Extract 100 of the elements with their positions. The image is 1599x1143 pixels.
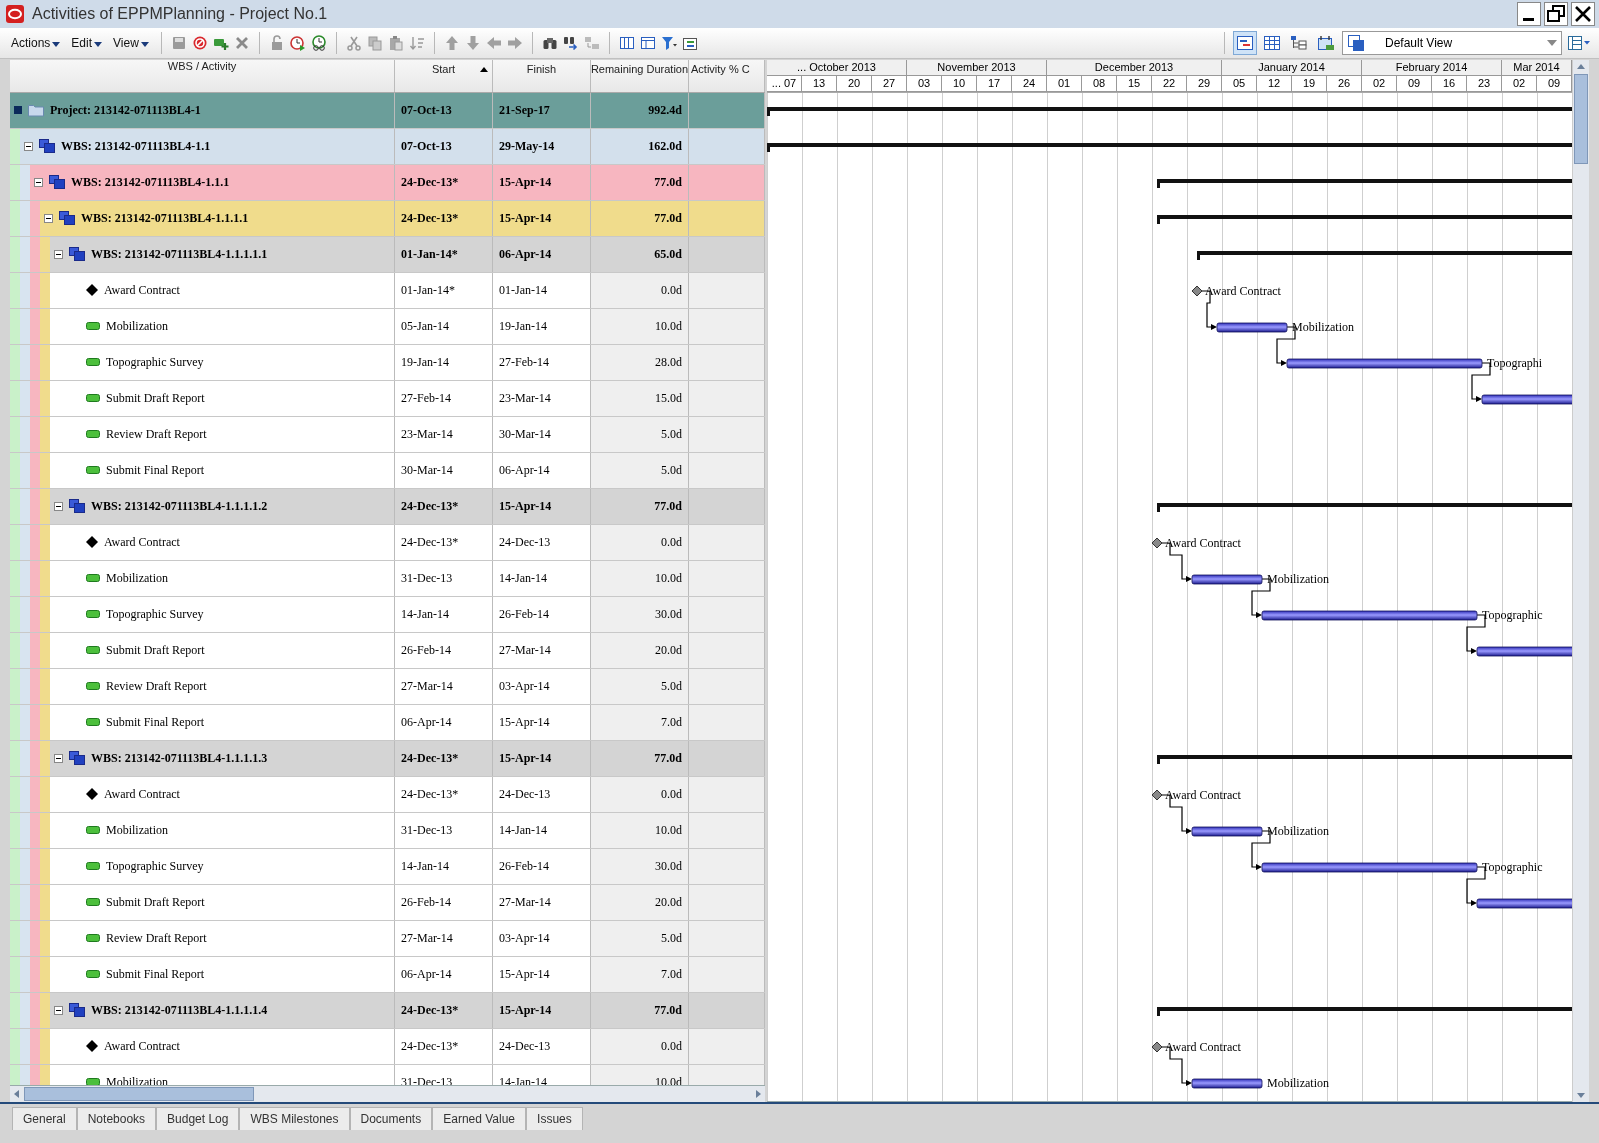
activity-bar[interactable] [1191, 1078, 1263, 1089]
activity-bar[interactable] [1286, 358, 1483, 369]
scrollbar-thumb[interactable] [24, 1087, 254, 1102]
activity-row[interactable]: Review Draft Report 27-Mar-14 03-Apr-14 5.0d [10, 668, 765, 705]
wbs-row[interactable]: WBS: 213142-071113BL4-1.1.1 24-Dec-13* 15-Apr-14 77.0d [10, 164, 765, 201]
group-icon[interactable] [681, 35, 698, 51]
activity-bar[interactable] [1191, 826, 1263, 837]
activity-row[interactable]: Submit Draft Report 26-Feb-14 27-Mar-14 20.0d [10, 884, 765, 921]
binoculars-arrow-icon[interactable] [562, 35, 579, 51]
restore-icon[interactable] [1544, 2, 1568, 26]
detail-tab[interactable]: Budget Log [156, 1107, 240, 1130]
columns-icon[interactable] [618, 35, 635, 51]
summary-bar[interactable] [1157, 215, 1572, 224]
wbs-row[interactable]: WBS: 213142-071113BL4-1.1.1.1.3 24-Dec-13* 15-Apr-14 77.0d [10, 740, 765, 777]
gantt-view-icon[interactable] [1234, 32, 1256, 54]
activity-row[interactable]: Mobilization 05-Jan-14 19-Jan-14 10.0d [10, 308, 765, 345]
finish-date: 29-May-14 [493, 128, 591, 164]
activity-name: Mobilization [106, 318, 168, 334]
summary-bar[interactable] [1157, 179, 1572, 188]
collapse-icon[interactable] [44, 213, 53, 223]
menu-button[interactable]: Edit [68, 34, 106, 52]
view-dropdown[interactable]: Default View [1342, 31, 1562, 55]
scissors-icon[interactable] [345, 35, 362, 51]
activity-row[interactable]: Review Draft Report 23-Mar-14 30-Mar-14 5.0d [10, 416, 765, 453]
activity-row[interactable]: Submit Final Report 06-Apr-14 15-Apr-14 7.0d [10, 956, 765, 993]
milestone-diamond[interactable] [1151, 789, 1163, 801]
column-header[interactable]: Finish [493, 60, 591, 92]
summary-bar[interactable] [767, 107, 1572, 116]
close-icon[interactable] [1571, 2, 1595, 26]
detail-tab[interactable]: General [12, 1107, 77, 1130]
collapse-icon[interactable] [54, 249, 63, 259]
summary-bar[interactable] [1157, 1007, 1572, 1016]
paste-icon[interactable] [387, 35, 404, 51]
activity-row[interactable]: Topographic Survey 14-Jan-14 26-Feb-14 30.0d [10, 596, 765, 633]
detail-tab[interactable]: Notebooks [76, 1107, 157, 1130]
collapse-icon[interactable] [24, 141, 33, 151]
milestone-diamond[interactable] [1191, 285, 1203, 297]
detail-tab[interactable]: Issues [526, 1107, 583, 1130]
activity-row[interactable]: Topographic Survey 19-Jan-14 27-Feb-14 28.0d [10, 344, 765, 381]
activity-row[interactable]: Topographic Survey 14-Jan-14 26-Feb-14 30.0d [10, 848, 765, 885]
summary-bar[interactable] [1197, 251, 1572, 260]
activity-row[interactable]: Submit Final Report 30-Mar-14 06-Apr-14 5.0d [10, 452, 765, 489]
activity-bar[interactable] [1261, 862, 1478, 873]
collapse-icon[interactable] [54, 1005, 63, 1015]
column-header[interactable]: Start [395, 60, 493, 92]
level-stripe [20, 452, 30, 488]
summary-bar[interactable] [1157, 503, 1572, 512]
activity-bar[interactable] [1216, 322, 1288, 333]
level-stripe [10, 992, 20, 1028]
save-icon[interactable] [170, 35, 187, 51]
milestone-diamond[interactable] [1151, 1041, 1163, 1053]
activity-row[interactable]: Award Contract 24-Dec-13* 24-Dec-13 0.0d [10, 1028, 765, 1065]
stop-icon[interactable] [191, 35, 208, 51]
level-stripe [40, 596, 50, 632]
collapse-icon[interactable] [54, 501, 63, 511]
column-header[interactable]: Remaining Duration [591, 60, 689, 92]
scrollbar-thumb[interactable] [1574, 74, 1588, 164]
activity-row[interactable]: Mobilization 31-Dec-13 14-Jan-14 10.0d [10, 560, 765, 597]
column-header[interactable]: WBS / Activity [10, 60, 395, 92]
filter-icon[interactable] [660, 35, 677, 51]
detail-tab[interactable]: WBS Milestones [239, 1107, 350, 1130]
activity-row[interactable]: Mobilization 31-Dec-13 14-Jan-14 10.0d [10, 1064, 765, 1086]
clock-glasses-icon[interactable] [310, 35, 327, 51]
activity-row[interactable]: Award Contract 01-Jan-14* 01-Jan-14 0.0d [10, 272, 765, 309]
milestone-diamond[interactable] [1151, 537, 1163, 549]
detail-tab[interactable]: Documents [349, 1107, 433, 1130]
activity-row[interactable]: Submit Draft Report 27-Feb-14 23-Mar-14 15.0d [10, 380, 765, 417]
activity-bar[interactable] [1191, 574, 1263, 585]
panel-layout-icon[interactable] [1567, 35, 1591, 51]
activity-bar[interactable] [1476, 898, 1572, 909]
layout-icon[interactable] [639, 35, 656, 51]
activity-row[interactable]: Review Draft Report 27-Mar-14 03-Apr-14 5.0d [10, 920, 765, 957]
summary-bar[interactable] [767, 143, 1572, 152]
activity-bar[interactable] [1476, 646, 1572, 657]
activity-row[interactable]: Submit Draft Report 26-Feb-14 27-Mar-14 20.0d [10, 632, 765, 669]
activity-row[interactable]: Mobilization 31-Dec-13 14-Jan-14 10.0d [10, 812, 765, 849]
menu-button[interactable]: Actions [8, 34, 64, 52]
collapse-icon[interactable] [54, 753, 63, 763]
wbs-row[interactable]: WBS: 213142-071113BL4-1.1.1.1.4 24-Dec-13* 15-Apr-14 77.0d [10, 992, 765, 1029]
wbs-row[interactable]: WBS: 213142-071113BL4-1.1 07-Oct-13 29-May-14 162.0d [10, 128, 765, 165]
horizontal-scrollbar[interactable] [10, 1085, 765, 1102]
wbs-row[interactable]: WBS: 213142-071113BL4-1.1.1.1.1 01-Jan-14* 06-Apr-14 65.0d [10, 236, 765, 273]
activity-bar[interactable] [1481, 394, 1572, 405]
wbs-row[interactable]: WBS: 213142-071113BL4-1.1.1.1.2 24-Dec-13* 15-Apr-14 77.0d [10, 488, 765, 525]
delete-icon[interactable] [233, 35, 250, 51]
menu-button[interactable]: View [110, 34, 152, 52]
minimize-icon[interactable] [1517, 2, 1541, 26]
activity-row[interactable]: Award Contract 24-Dec-13* 24-Dec-13 0.0d [10, 524, 765, 561]
activity-bar[interactable] [1261, 610, 1478, 621]
collapse-icon[interactable] [34, 177, 43, 187]
vertical-scrollbar[interactable] [1572, 60, 1589, 1102]
column-header[interactable]: Activity % C [689, 60, 765, 92]
binoculars-icon[interactable] [541, 35, 558, 51]
activity-row[interactable]: Award Contract 24-Dec-13* 24-Dec-13 0.0d [10, 776, 765, 813]
detail-tab[interactable]: Earned Value [432, 1107, 527, 1130]
wbs-row[interactable]: WBS: 213142-071113BL4-1.1.1.1 24-Dec-13* 15-Apr-14 77.0d [10, 200, 765, 237]
wbs-name: WBS: 213142-071113BL4-1.1.1 [71, 174, 230, 190]
summary-bar[interactable] [1157, 755, 1572, 764]
activity-row[interactable]: Submit Final Report 06-Apr-14 15-Apr-14 7.0d [10, 704, 765, 741]
wbs-row[interactable]: Project: 213142-071113BL4-1 07-Oct-13 21-Sep-17 992.4d [10, 92, 765, 129]
